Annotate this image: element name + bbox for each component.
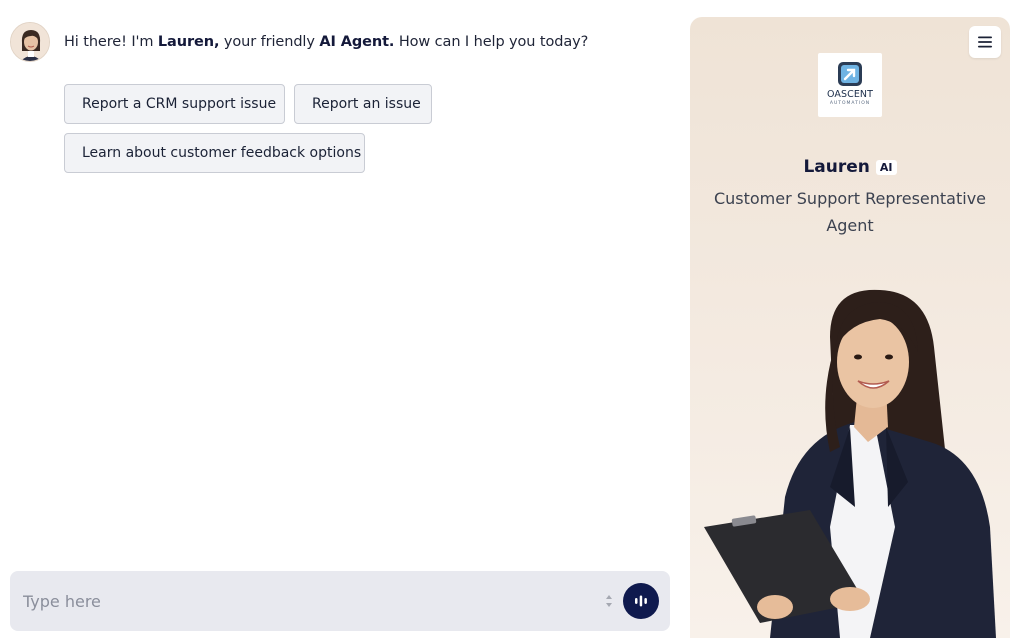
chat-area: Hi there! I'm Lauren, your friendly AI A… bbox=[0, 0, 680, 638]
voice-wave-icon bbox=[635, 595, 647, 607]
agent-avatar bbox=[10, 22, 50, 62]
logo-subtitle: AUTOMATION bbox=[829, 101, 871, 106]
ai-badge: AI bbox=[875, 159, 897, 175]
agent-role-inline: AI Agent. bbox=[319, 34, 395, 50]
hamburger-menu-icon bbox=[978, 36, 992, 48]
agent-portrait bbox=[704, 289, 996, 638]
agent-name-inline: Lauren, bbox=[157, 34, 220, 50]
agent-name: Lauren bbox=[803, 157, 870, 177]
resize-arrows-icon[interactable] bbox=[603, 595, 615, 607]
greeting-text: Hi there! I'm Lauren, your friendly AI A… bbox=[64, 34, 588, 50]
greeting-suffix: How can I help you today? bbox=[394, 34, 589, 50]
greeting-middle: your friendly bbox=[219, 34, 320, 50]
menu-button[interactable] bbox=[969, 26, 1001, 58]
voice-button[interactable] bbox=[623, 583, 659, 619]
quick-reply-crm-support[interactable]: Report a CRM support issue bbox=[64, 84, 285, 124]
greeting-prefix: Hi there! I'm bbox=[64, 34, 158, 50]
message-input[interactable] bbox=[10, 571, 603, 631]
company-logo: OASCENT AUTOMATION bbox=[818, 53, 882, 117]
logo-wordmark: OASCENT bbox=[826, 89, 874, 100]
agent-message: Hi there! I'm Lauren, your friendly AI A… bbox=[10, 22, 588, 62]
quick-reply-feedback-options[interactable]: Learn about customer feedback options bbox=[64, 133, 365, 173]
agent-panel: OASCENT AUTOMATION Lauren AI Customer Su… bbox=[690, 17, 1010, 638]
agent-role: Customer Support Representative Agent bbox=[713, 189, 987, 235]
message-composer bbox=[10, 571, 670, 631]
agent-title: Lauren AI bbox=[690, 157, 1010, 177]
logo-mark-icon bbox=[838, 62, 862, 86]
quick-reply-report-issue[interactable]: Report an issue bbox=[294, 84, 432, 124]
